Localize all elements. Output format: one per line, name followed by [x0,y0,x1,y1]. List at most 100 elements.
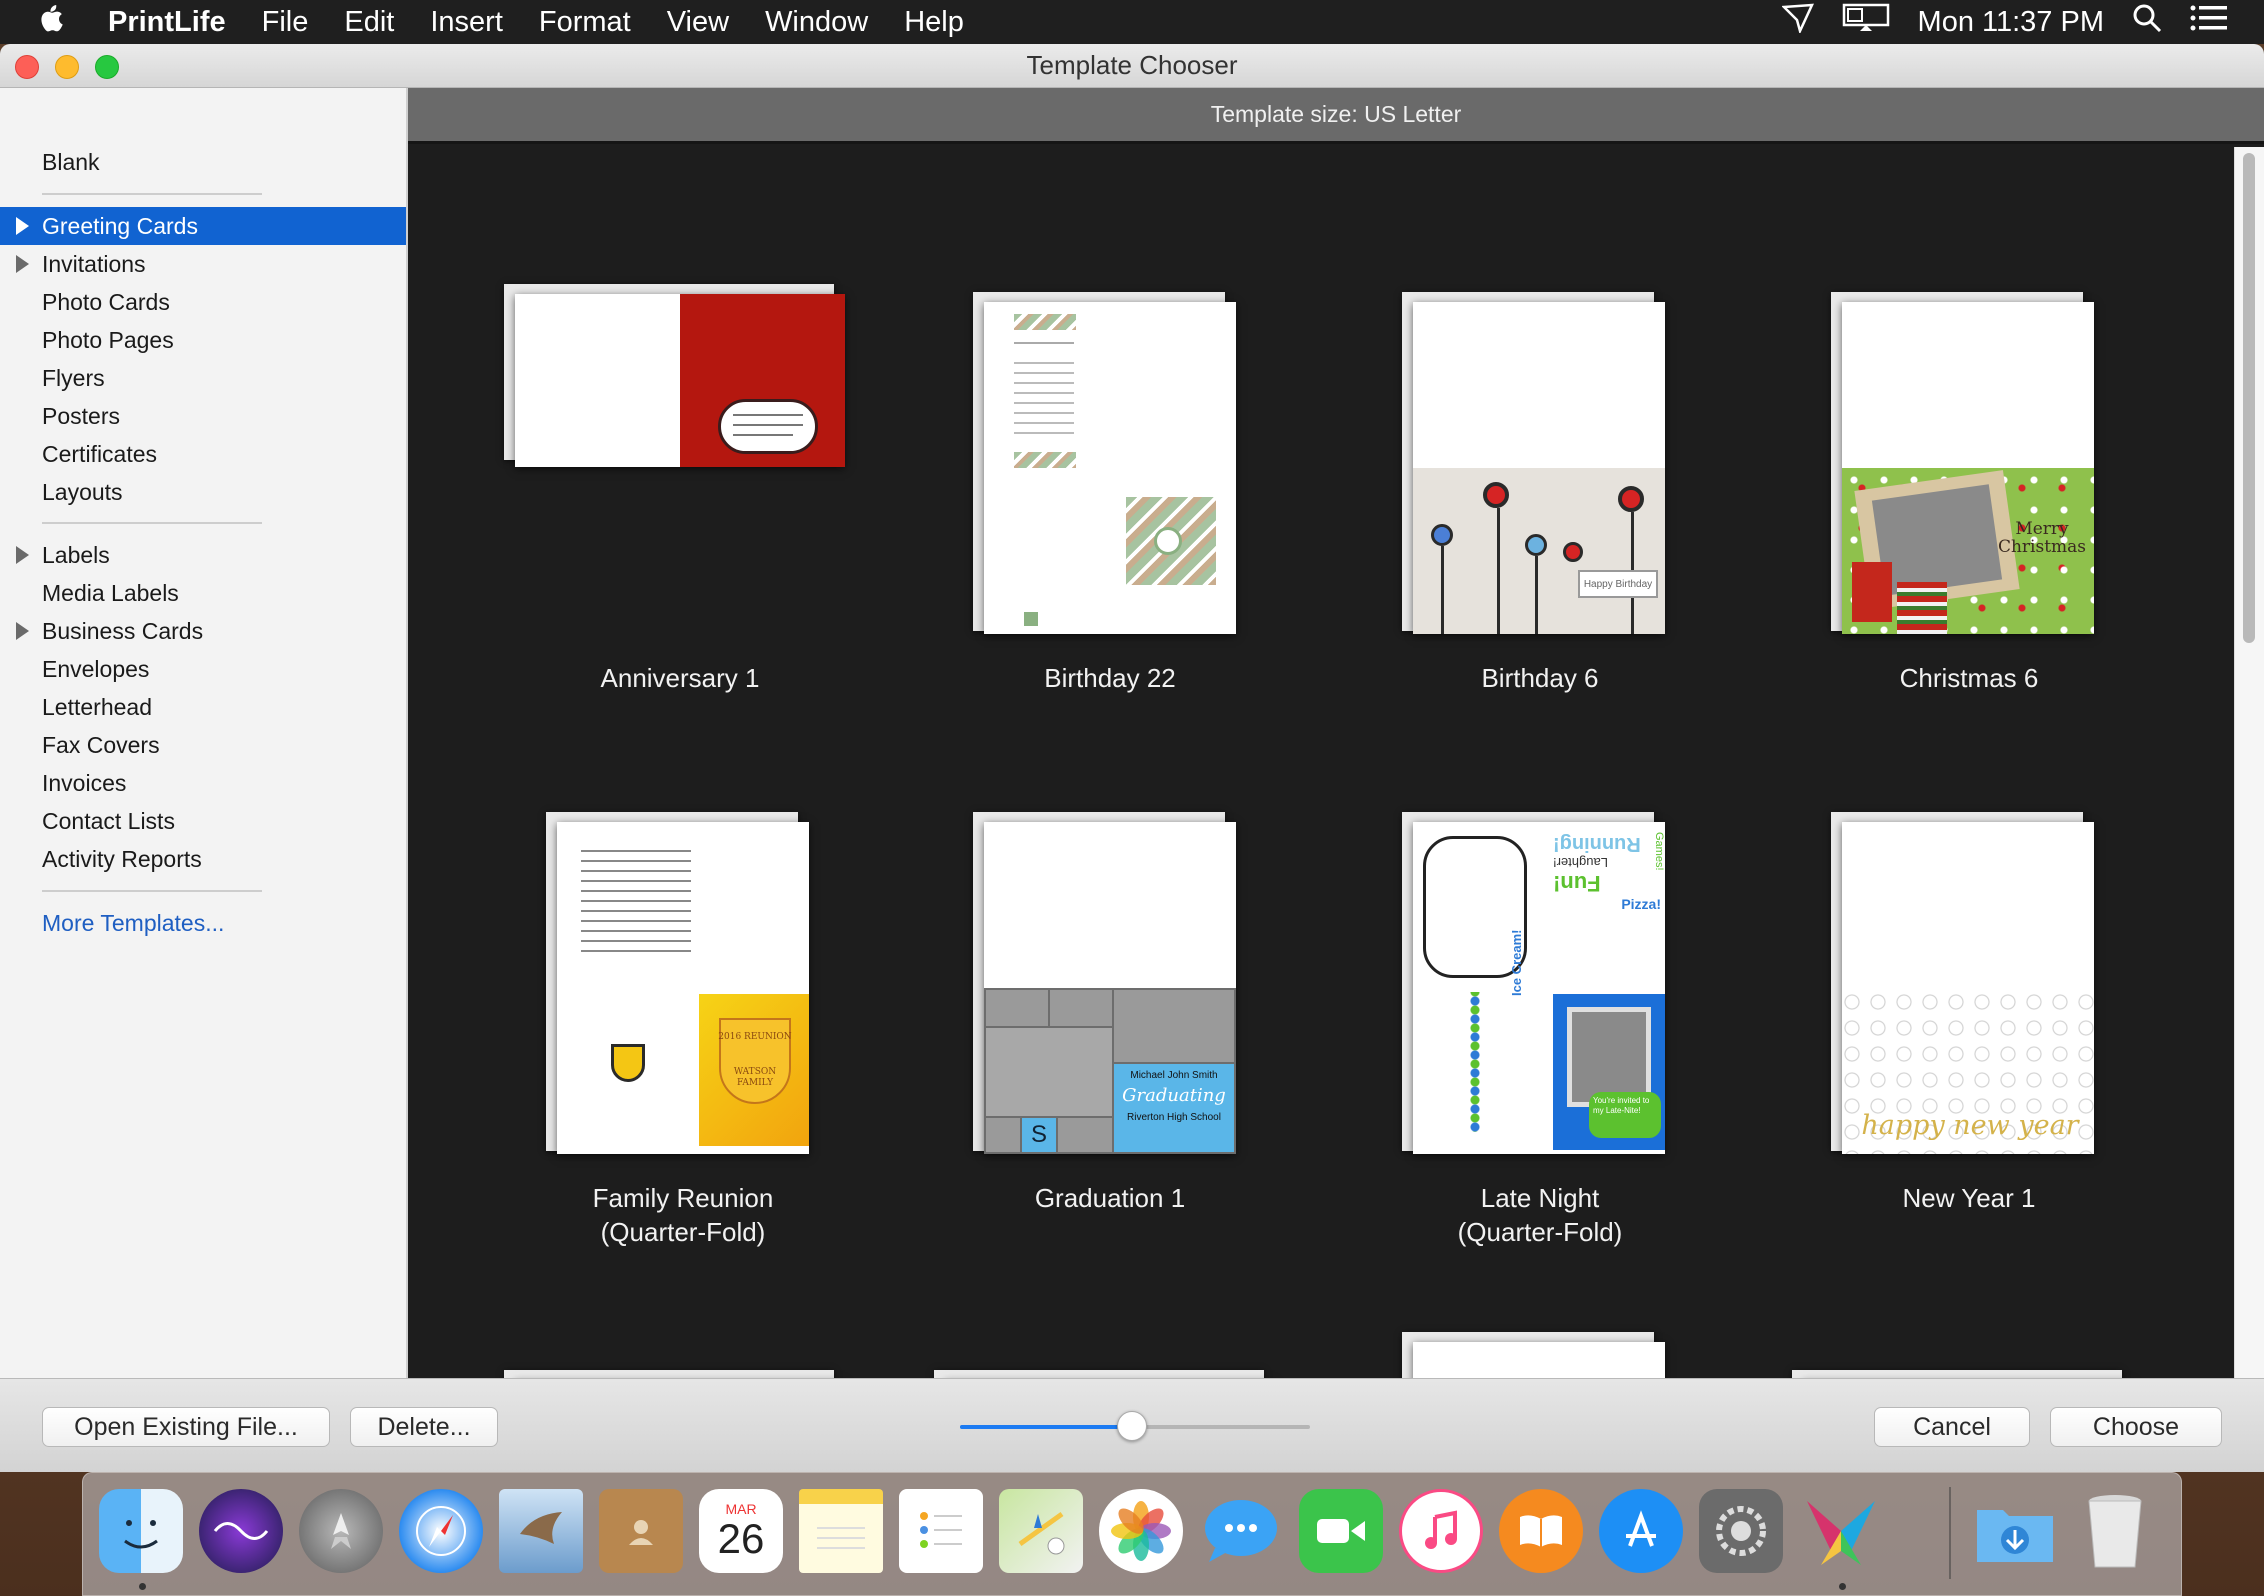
slider-knob[interactable] [1116,1411,1147,1441]
disclosure-triangle-icon[interactable] [16,255,29,273]
sidebar-item-label: Media Labels [42,579,179,606]
sidebar-item-invoices[interactable]: Invoices [0,764,406,802]
dock: MAR 26 [82,1472,2182,1596]
sidebar-item-letterhead[interactable]: Letterhead [0,688,406,726]
late-night-side-word-2: Games! [1653,832,1665,871]
menu-file[interactable]: File [244,6,327,39]
trash-icon[interactable] [2073,1489,2157,1573]
new-year-text: happy new year [1861,1110,2079,1141]
printlife-running-indicator [1839,1583,1846,1590]
sidebar-item-greeting-cards[interactable]: Greeting Cards [0,207,406,245]
printlife-icon[interactable] [1799,1489,1883,1573]
launchpad-icon[interactable] [299,1489,383,1573]
sidebar-item-certificates[interactable]: Certificates [0,435,406,473]
reminders-icon[interactable] [899,1489,983,1573]
notes-icon[interactable] [799,1489,883,1573]
open-existing-file-button[interactable]: Open Existing File... [42,1407,330,1447]
sidebar-item-photo-pages[interactable]: Photo Pages [0,321,406,359]
itunes-icon[interactable] [1399,1489,1483,1573]
more-templates-link[interactable]: More Templates... [0,904,406,942]
template-name: Christmas 6 [1899,663,2039,693]
sidebar-item-flyers[interactable]: Flyers [0,359,406,397]
system-preferences-icon[interactable] [1699,1489,1783,1573]
template-thumbnail[interactable]: 2016 REUNION WATSON FAMILY [557,822,809,1154]
sidebar-item-label: Photo Cards [42,288,170,315]
menu-insert[interactable]: Insert [412,6,521,39]
template-thumbnail[interactable] [984,302,1236,634]
sidebar-item-fax-covers[interactable]: Fax Covers [0,726,406,764]
sidebar-item-label: Flyers [42,364,105,391]
graduation-letter: S [1022,1118,1056,1152]
sidebar-item-envelopes[interactable]: Envelopes [0,650,406,688]
sidebar-item-contact-lists[interactable]: Contact Lists [0,802,406,840]
template-thumbnail[interactable]: happy new year [1842,822,2094,1154]
template-name: Late Night (Quarter-Fold) [1457,1183,1623,1247]
finder-icon[interactable] [99,1489,183,1573]
sidebar-item-media-labels[interactable]: Media Labels [0,574,406,612]
minimize-window-button[interactable] [55,55,79,79]
template-thumbnail[interactable]: Running! Laughter! Fun! Pizza! Ice Cream… [1413,822,1665,1154]
sidebar-item-label: Invitations [42,250,146,277]
sidebar-item-photo-cards[interactable]: Photo Cards [0,283,406,321]
apple-menu-icon[interactable] [36,2,96,43]
mail-icon[interactable] [499,1489,583,1573]
app-store-icon[interactable] [1599,1489,1683,1573]
sidebar-item-activity-reports[interactable]: Activity Reports [0,840,406,878]
sidebar-item-label: Envelopes [42,655,150,682]
reunion-family: WATSON FAMILY [733,1067,777,1088]
contacts-icon[interactable] [599,1489,683,1573]
app-menu[interactable]: PrintLife [96,6,244,39]
sidebar-item-business-cards[interactable]: Business Cards [0,612,406,650]
menu-help[interactable]: Help [886,6,982,39]
safari-icon[interactable] [399,1489,483,1573]
menu-format[interactable]: Format [521,6,649,39]
menu-clock[interactable]: Mon 11:37 PM [1918,6,2104,39]
facetime-icon[interactable] [1299,1489,1383,1573]
zoom-window-button[interactable] [95,55,119,79]
template-name: Birthday 22 [1044,663,1176,693]
sidebar-item-label: Invoices [42,769,127,796]
sidebar-item-invitations[interactable]: Invitations [0,245,406,283]
template-size-label: Template size: US Letter [1210,101,1462,127]
delete-button[interactable]: Delete... [350,1407,498,1447]
sidebar-item-label: Posters [42,402,120,429]
sidebar-item-label: Contact Lists [42,807,175,834]
close-window-button[interactable] [15,55,39,79]
graduation-info: Michael John Smith Graduating Riverton H… [1114,1064,1234,1152]
downloads-icon[interactable] [1973,1489,2057,1573]
notification-center-icon[interactable] [2190,4,2228,40]
sidebar-item-blank[interactable]: Blank [0,143,406,181]
scrollbar-thumb[interactable] [2243,153,2255,643]
menu-view[interactable]: View [649,6,747,39]
maps-icon[interactable] [999,1489,1083,1573]
airplay-display-icon[interactable] [1842,3,1890,41]
spotlight-search-icon[interactable] [2132,3,2162,41]
calendar-icon[interactable]: MAR 26 [699,1489,783,1573]
template-thumbnail[interactable] [515,294,845,467]
template-thumbnail[interactable]: Merry Christmas [1842,302,2094,634]
template-thumbnail[interactable]: Happy Birthday [1413,302,1665,634]
sidebar-item-layouts[interactable]: Layouts [0,473,406,511]
template-name: Anniversary 1 [600,663,760,693]
disclosure-triangle-icon[interactable] [16,546,29,564]
sidebar-item-label: Activity Reports [42,845,202,872]
vertical-scrollbar[interactable] [2234,147,2264,1422]
menu-window[interactable]: Window [747,6,886,39]
location-arrow-icon[interactable] [1780,3,1814,41]
slider-fill [960,1425,1132,1429]
ibooks-icon[interactable] [1499,1489,1583,1573]
menu-edit[interactable]: Edit [326,6,412,39]
more-templates-label: More Templates... [42,909,225,936]
messages-icon[interactable] [1199,1489,1283,1573]
late-night-side-word: Ice Cream! [1509,929,1524,996]
choose-button[interactable]: Choose [2050,1407,2222,1447]
cancel-button[interactable]: Cancel [1874,1407,2030,1447]
photos-icon[interactable] [1099,1489,1183,1573]
disclosure-triangle-icon[interactable] [16,622,29,640]
sidebar-item-posters[interactable]: Posters [0,397,406,435]
disclosure-triangle-icon[interactable] [16,217,29,235]
sidebar-separator [42,890,262,892]
sidebar-item-labels[interactable]: Labels [0,536,406,574]
siri-icon[interactable] [199,1489,283,1573]
template-thumbnail[interactable]: S Michael John Smith Graduating Riverton… [984,822,1236,1154]
